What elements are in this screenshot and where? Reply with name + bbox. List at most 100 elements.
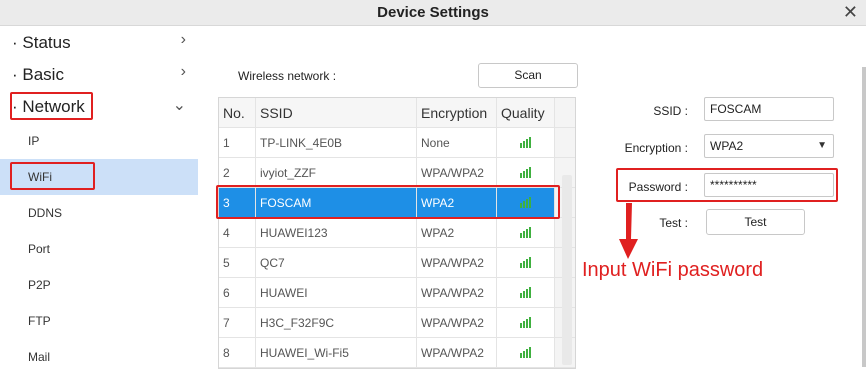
signal-bar — [526, 319, 528, 328]
signal-quality-icon — [497, 338, 555, 367]
signal-quality-icon — [497, 248, 555, 277]
table-scrollbar[interactable] — [562, 175, 572, 365]
dropdown-arrow-icon: ▼ — [817, 140, 827, 151]
ssid-label: SSID : — [653, 104, 688, 118]
sidebar-item-label: · Basic — [12, 65, 64, 84]
sidebar-item-basic[interactable]: · Basic › — [0, 59, 198, 91]
sidebar-item-mail[interactable]: Mail — [0, 339, 198, 375]
signal-bar — [529, 197, 531, 208]
signal-bars-icon — [520, 167, 531, 178]
signal-bar — [529, 257, 531, 268]
wireless-network-label: Wireless network : — [238, 69, 337, 83]
signal-bar — [529, 317, 531, 328]
row-number: 3 — [219, 188, 256, 217]
signal-bar — [526, 349, 528, 358]
table-row[interactable]: 6 HUAWEI WPA/WPA2 — [219, 278, 575, 308]
sidebar-item-ftp[interactable]: FTP — [0, 303, 198, 339]
table-row[interactable]: 8 HUAWEI_Wi-Fi5 WPA/WPA2 — [219, 338, 575, 368]
sidebar-item-label: · Network — [12, 97, 85, 116]
chevron-right-icon: › — [180, 63, 186, 80]
signal-bar — [520, 323, 522, 328]
signal-bar — [520, 293, 522, 298]
sidebar-item-p2p[interactable]: P2P — [0, 267, 198, 303]
sidebar-item-ddns[interactable]: DDNS — [0, 195, 198, 231]
signal-bar — [526, 289, 528, 298]
row-ssid: HUAWEI_Wi-Fi5 — [256, 338, 417, 367]
signal-bar — [520, 143, 522, 148]
row-encryption: WPA/WPA2 — [417, 248, 497, 277]
sidebar-item-label: · Status — [12, 33, 71, 52]
signal-bar — [529, 137, 531, 148]
annotation-text: Input WiFi password — [582, 259, 764, 281]
row-encryption: WPA/WPA2 — [417, 158, 497, 187]
row-number: 4 — [219, 218, 256, 247]
signal-bars-icon — [520, 137, 531, 148]
row-number: 5 — [219, 248, 256, 277]
scan-button[interactable]: Scan — [478, 63, 578, 88]
table-row[interactable]: 1 TP-LINK_4E0B None — [219, 128, 575, 158]
signal-bar — [523, 141, 525, 148]
row-number: 1 — [219, 128, 256, 157]
signal-bar — [523, 201, 525, 208]
sidebar-item-label: P2P — [28, 278, 51, 292]
signal-bar — [520, 263, 522, 268]
sidebar-item-ip[interactable]: IP — [0, 123, 198, 159]
column-header-no: No. — [219, 98, 256, 127]
sidebar-item-label: FTP — [28, 314, 51, 328]
row-ssid: HUAWEI123 — [256, 218, 417, 247]
signal-bar — [529, 167, 531, 178]
signal-quality-icon — [497, 308, 555, 337]
column-header-quality: Quality — [497, 98, 555, 127]
table-scroll-gutter — [555, 128, 575, 157]
password-field[interactable]: ********** — [704, 173, 834, 197]
signal-bars-icon — [520, 257, 531, 268]
title-bar: Device Settings ✕ — [0, 0, 866, 26]
signal-bar — [523, 291, 525, 298]
row-ssid: HUAWEI — [256, 278, 417, 307]
table-header-row: No. SSID Encryption Quality — [219, 98, 575, 128]
signal-bars-icon — [520, 317, 531, 328]
signal-bar — [523, 231, 525, 238]
signal-bar — [520, 353, 522, 358]
signal-bar — [529, 287, 531, 298]
test-button[interactable]: Test — [706, 209, 805, 235]
table-row[interactable]: 2 ivyiot_ZZF WPA/WPA2 — [219, 158, 575, 188]
table-row[interactable]: 4 HUAWEI123 WPA2 — [219, 218, 575, 248]
table-row[interactable]: 7 H3C_F32F9C WPA/WPA2 — [219, 308, 575, 338]
row-encryption: WPA/WPA2 — [417, 338, 497, 367]
row-encryption: WPA/WPA2 — [417, 278, 497, 307]
row-encryption: WPA2 — [417, 188, 497, 217]
signal-quality-icon — [497, 278, 555, 307]
signal-quality-icon — [497, 188, 555, 217]
table-row[interactable]: 3 FOSCAM WPA2 — [219, 188, 575, 218]
password-label: Password : — [628, 180, 688, 194]
signal-quality-icon — [497, 128, 555, 157]
table-row[interactable]: 5 QC7 WPA/WPA2 — [219, 248, 575, 278]
signal-quality-icon — [497, 218, 555, 247]
wifi-network-table: No. SSID Encryption Quality 1 TP-LINK_4E0… — [218, 97, 576, 369]
encryption-select[interactable]: WPA2 ▼ — [704, 134, 834, 158]
signal-bar — [529, 347, 531, 358]
close-icon[interactable]: ✕ — [843, 2, 858, 22]
sidebar-item-label: IP — [28, 134, 40, 148]
sidebar-item-status[interactable]: · Status › — [0, 27, 198, 59]
row-number: 2 — [219, 158, 256, 187]
panel-scrollbar[interactable] — [862, 67, 866, 367]
signal-bars-icon — [520, 227, 531, 238]
signal-bar — [523, 171, 525, 178]
row-number: 6 — [219, 278, 256, 307]
signal-bar — [526, 169, 528, 178]
ssid-field[interactable]: FOSCAM — [704, 97, 834, 121]
row-ssid: H3C_F32F9C — [256, 308, 417, 337]
row-encryption: WPA2 — [417, 218, 497, 247]
table-scroll-gutter — [555, 98, 575, 127]
sidebar-item-network[interactable]: · Network ⌄ — [0, 91, 198, 123]
sidebar-item-label: DDNS — [28, 206, 63, 220]
column-header-encryption: Encryption — [417, 98, 497, 127]
sidebar-item-port[interactable]: Port — [0, 231, 198, 267]
chevron-down-icon: ⌄ — [172, 97, 186, 114]
signal-bar — [520, 233, 522, 238]
row-ssid: TP-LINK_4E0B — [256, 128, 417, 157]
signal-bar — [520, 173, 522, 178]
sidebar-item-wifi[interactable]: WiFi — [0, 159, 198, 195]
